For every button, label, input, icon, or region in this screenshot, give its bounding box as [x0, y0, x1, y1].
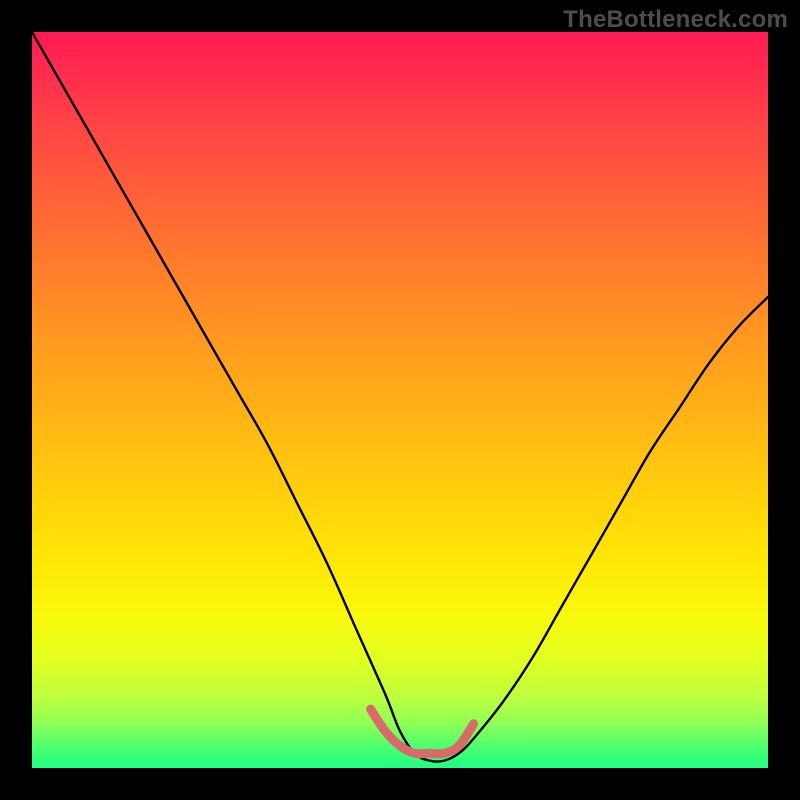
plot-area: [32, 32, 768, 768]
chart-frame: TheBottleneck.com: [0, 0, 800, 800]
chart-overlay: [32, 32, 768, 768]
bottleneck-curve: [32, 32, 768, 762]
watermark-text: TheBottleneck.com: [563, 6, 788, 34]
optimal-range-highlight: [371, 709, 474, 754]
